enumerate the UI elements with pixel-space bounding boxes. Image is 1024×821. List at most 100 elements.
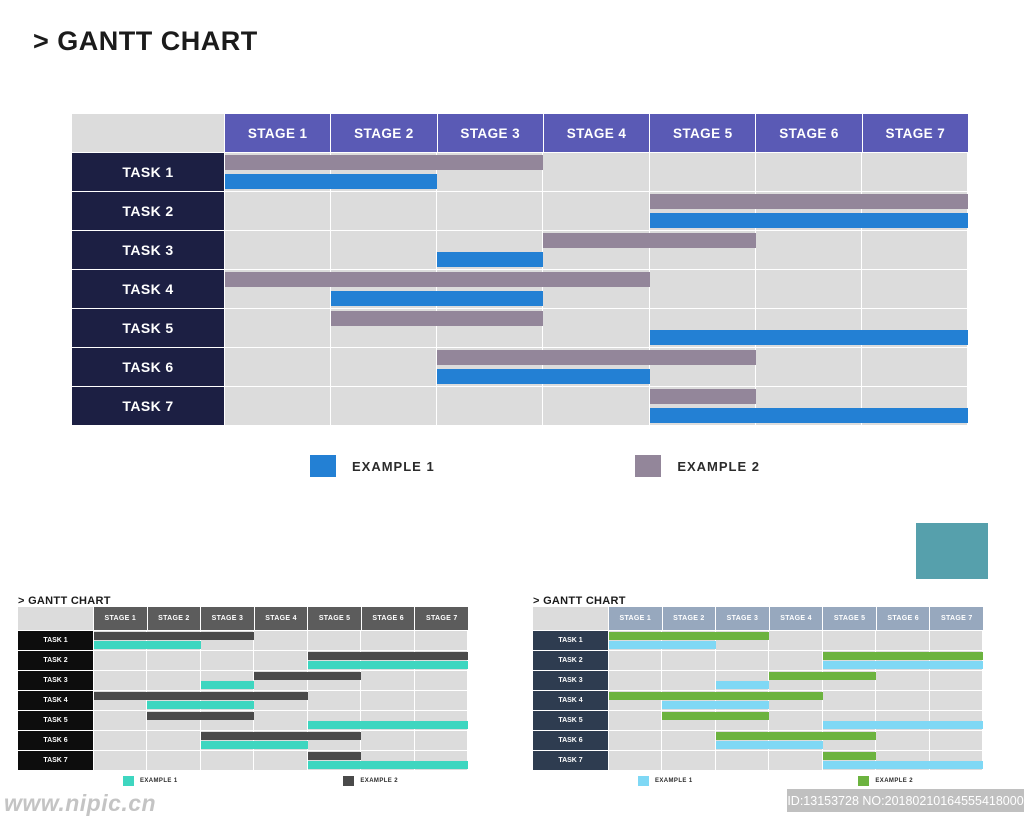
table-row: TASK 5: [18, 711, 468, 730]
gantt-bar-example-2-task-1: [225, 155, 544, 170]
table-row: TASK 3: [72, 231, 968, 269]
thumb-right-task-track-6: [609, 731, 983, 750]
image-id-watermark: ID:13153728 NO:20180210164555418000: [787, 789, 1024, 812]
thumb-right-bar-example-2-task-6: [715, 732, 877, 740]
table-row: TASK 6: [533, 731, 983, 750]
table-row: TASK 5: [72, 309, 968, 347]
thumb-right-legend-label-1: EXAMPLE 1: [655, 778, 693, 784]
grid-cell: [225, 231, 331, 269]
grid-cell: [755, 270, 861, 308]
thumb-right-legend-item-1: EXAMPLE 1: [638, 776, 693, 786]
thumb-right-legend-label-2: EXAMPLE 2: [875, 778, 913, 784]
gantt-thumbnail-right: > GANTT CHART STAGE 1 STAGE 2 STAGE 3 STAGE…: [533, 595, 984, 786]
grid-cell: [147, 731, 200, 750]
grid-cell: [225, 192, 331, 230]
thumb-left-stage-header-4: STAGE 4: [254, 607, 308, 630]
thumb-right-header-corner: [533, 607, 608, 630]
thumb-right-bar-example-1-task-1: [609, 641, 716, 649]
thumb-right-task-label-3: TASK 3: [533, 671, 608, 690]
grid-cell: [437, 192, 543, 230]
task-label-6: TASK 6: [72, 348, 224, 386]
gantt-bar-example-2-task-2: [649, 194, 968, 209]
thumb-left-bar-example-1-task-4: [147, 701, 255, 709]
gantt-bar-example-1-task-1: [225, 174, 438, 189]
grid-cell: [254, 711, 307, 730]
stage-header-4: STAGE 4: [543, 114, 650, 152]
thumb-right-stage-header-1: STAGE 1: [609, 607, 662, 630]
thumb-left-task-label-4: TASK 4: [18, 691, 93, 710]
thumb-right-stage-header-7: STAGE 7: [930, 607, 984, 630]
grid-cell: [861, 348, 967, 386]
legend-swatch-example-2: [635, 455, 662, 477]
thumb-left-bar-example-1-task-7: [307, 761, 468, 769]
thumb-right-task-label-6: TASK 6: [533, 731, 608, 750]
stage-header-6: STAGE 6: [756, 114, 862, 152]
table-row: TASK 1: [18, 631, 468, 650]
grid-cell: [147, 651, 200, 670]
thumb-right-stage-header-6: STAGE 6: [876, 607, 930, 630]
grid-cell: [769, 631, 822, 650]
gantt-legend: EXAMPLE 1 EXAMPLE 2: [310, 455, 760, 477]
thumb-right-task-label-2: TASK 2: [533, 651, 608, 670]
thumb-left-bar-example-1-task-2: [307, 661, 468, 669]
thumb-left-task-label-1: TASK 1: [18, 631, 93, 650]
grid-cell: [929, 691, 982, 710]
task-track-5: [225, 309, 968, 347]
grid-cell: [543, 309, 649, 347]
grid-cell: [414, 631, 467, 650]
thumb-right-bar-example-1-task-5: [822, 721, 983, 729]
grid-cell: [331, 387, 437, 425]
legend-item-example-1: EXAMPLE 1: [310, 455, 435, 477]
grid-cell: [361, 631, 414, 650]
gantt-bar-example-1-task-6: [437, 369, 650, 384]
thumb-right-stage-header-3: STAGE 3: [716, 607, 769, 630]
grid-cell: [755, 153, 861, 191]
thumb-left-bar-example-1-task-3: [200, 681, 255, 689]
grid-cell: [307, 691, 361, 710]
task-label-2: TASK 2: [72, 192, 224, 230]
grid-cell: [861, 270, 967, 308]
thumb-right-bar-example-1-task-2: [822, 661, 983, 669]
thumb-left-bar-example-2-task-7: [307, 752, 362, 760]
thumb-left-bar-example-2-task-3: [254, 672, 362, 680]
grid-cell: [609, 651, 662, 670]
gantt-bar-example-2-task-4: [225, 272, 650, 287]
grid-cell: [649, 153, 755, 191]
nipic-watermark: www.nipic.cn: [4, 790, 157, 816]
table-row: TASK 6: [72, 348, 968, 386]
thumb-right-stage-header-5: STAGE 5: [823, 607, 876, 630]
thumb-left-task-track-2: [94, 651, 468, 670]
thumbnail-left-title: > GANTT CHART: [18, 595, 111, 607]
grid-cell: [769, 711, 822, 730]
task-track-1: [225, 153, 968, 191]
grid-cell: [331, 348, 437, 386]
grid-cell: [715, 651, 769, 670]
thumb-left-legend-swatch-2: [343, 776, 355, 786]
thumb-right-task-label-5: TASK 5: [533, 711, 608, 730]
grid-cell: [437, 387, 543, 425]
grid-cell: [876, 691, 929, 710]
grid-cell: [543, 387, 649, 425]
thumb-left-task-track-4: [94, 691, 468, 710]
grid-cell: [822, 691, 876, 710]
table-row: TASK 3: [533, 671, 983, 690]
grid-cell: [94, 751, 147, 770]
thumb-left-task-track-1: [94, 631, 468, 650]
gantt-bar-example-2-task-7: [649, 389, 756, 404]
table-row: TASK 7: [72, 387, 968, 425]
task-track-6: [225, 348, 968, 386]
gantt-chart-main: STAGE 1 STAGE 2 STAGE 3 STAGE 4 STAGE 5 …: [72, 114, 968, 426]
gantt-bar-example-1-task-2: [649, 213, 968, 228]
grid-cell: [876, 631, 929, 650]
table-row: TASK 7: [533, 751, 983, 770]
thumb-right-task-track-7: [609, 751, 983, 770]
task-track-3: [225, 231, 968, 269]
stage-header-2: STAGE 2: [331, 114, 437, 152]
grid-cell: [769, 751, 822, 770]
thumb-left-legend-label-1: EXAMPLE 1: [140, 778, 178, 784]
task-label-5: TASK 5: [72, 309, 224, 347]
thumb-right-task-label-1: TASK 1: [533, 631, 608, 650]
stage-header-1: STAGE 1: [225, 114, 331, 152]
thumb-left-header-row: STAGE 1 STAGE 2 STAGE 3 STAGE 4 STAGE 5 STAGE…: [18, 607, 469, 630]
grid-cell: [543, 153, 649, 191]
